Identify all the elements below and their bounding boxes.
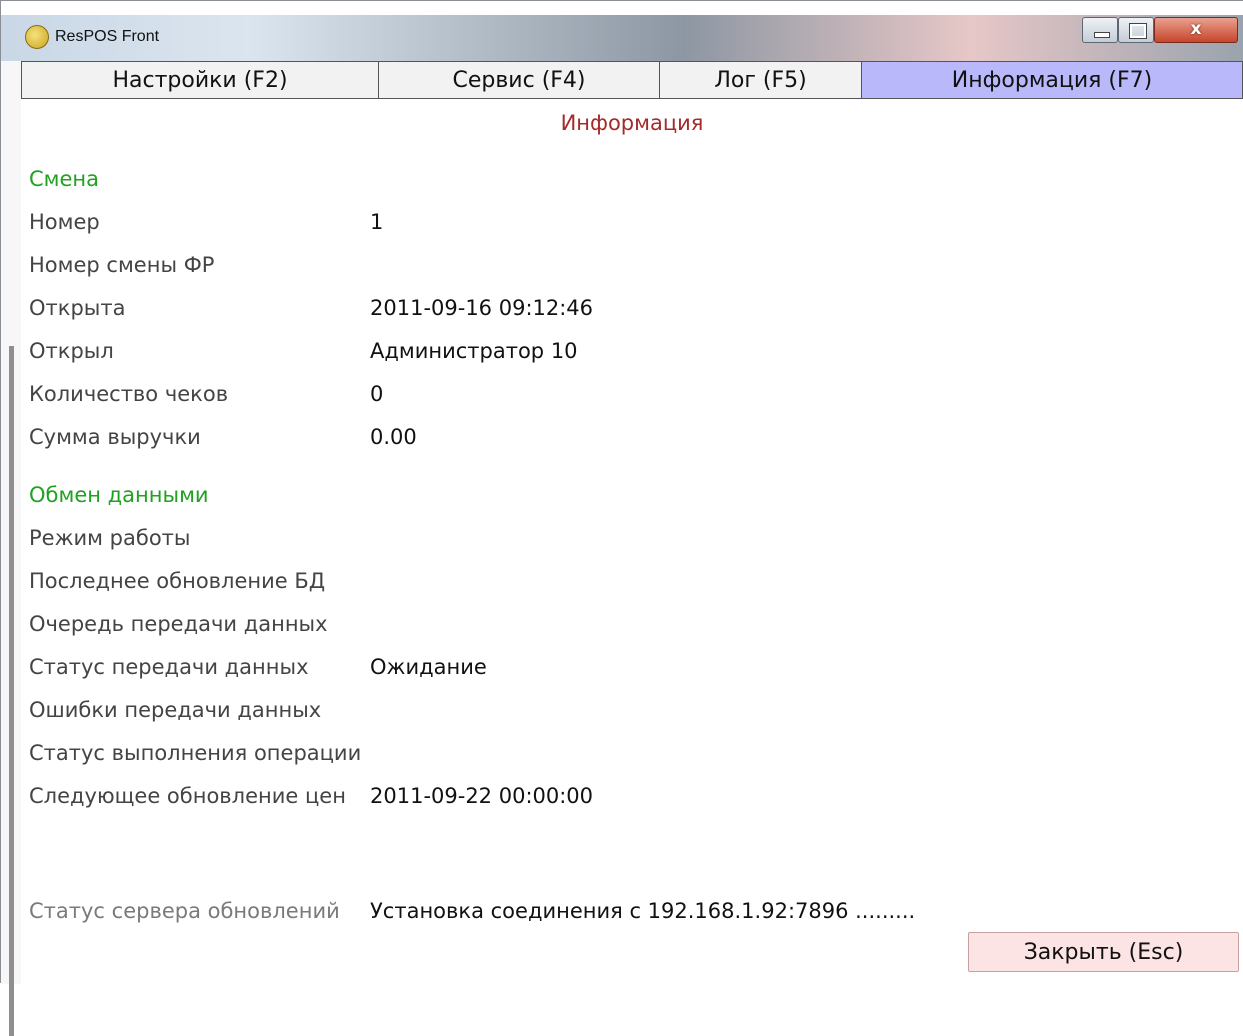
label-work-mode: Режим работы xyxy=(29,526,191,550)
section-exchange-heading: Обмен данными xyxy=(29,483,209,507)
tab-info[interactable]: Информация (F7) xyxy=(861,61,1243,99)
label-fr-shift-number: Номер смены ФР xyxy=(29,253,215,277)
left-gutter xyxy=(1,61,22,1036)
value-shift-number: 1 xyxy=(370,210,384,234)
app-icon xyxy=(25,25,49,49)
label-transfer-queue: Очередь передачи данных xyxy=(29,612,328,636)
value-revenue-sum: 0.00 xyxy=(370,425,417,449)
label-update-server-status: Статус сервера обновлений xyxy=(29,899,340,923)
maximize-icon xyxy=(1129,23,1147,39)
window-title: ResPOS Front xyxy=(55,28,160,45)
label-last-db-update: Последнее обновление БД xyxy=(29,569,326,593)
label-opened: Открыта xyxy=(29,296,126,320)
minimize-icon xyxy=(1094,32,1110,38)
maximize-button[interactable] xyxy=(1118,17,1154,43)
section-shift-heading: Смена xyxy=(29,167,100,191)
tab-settings[interactable]: Настройки (F2) xyxy=(21,61,378,99)
label-transfer-errors: Ошибки передачи данных xyxy=(29,698,322,722)
tab-bar: Настройки (F2) Сервис (F4) Лог (F5) Инфо… xyxy=(21,61,1243,99)
label-revenue-sum: Сумма выручки xyxy=(29,425,201,449)
label-shift-number: Номер xyxy=(29,210,100,234)
panel-title: Информация xyxy=(560,111,704,135)
respos-window: ResPOS Front x Настройки (F2) Сервис (F4… xyxy=(0,0,1243,1036)
label-opened-by: Открыл xyxy=(29,339,114,363)
close-button[interactable]: Закрыть (Esc) xyxy=(968,932,1239,972)
minimize-button[interactable] xyxy=(1082,17,1118,43)
info-panel: Информация Смена Номер 1 Номер смены ФР … xyxy=(21,99,1243,984)
scrollbar[interactable] xyxy=(9,346,14,1036)
value-opened-by: Администратор 10 xyxy=(370,339,578,363)
tab-log[interactable]: Лог (F5) xyxy=(659,61,861,99)
value-opened: 2011-09-16 09:12:46 xyxy=(370,296,594,320)
value-update-server-status: Установка соединения с 192.168.1.92:7896… xyxy=(370,899,916,923)
label-operation-status: Статус выполнения операции xyxy=(29,741,362,765)
label-next-price-update: Следующее обновление цен xyxy=(29,784,346,808)
close-icon: x xyxy=(1190,19,1202,39)
label-transfer-status: Статус передачи данных xyxy=(29,655,309,679)
label-receipt-count: Количество чеков xyxy=(29,382,229,406)
close-window-button[interactable]: x xyxy=(1154,17,1238,43)
value-transfer-status: Ожидание xyxy=(370,655,487,679)
value-receipt-count: 0 xyxy=(370,382,384,406)
tab-service[interactable]: Сервис (F4) xyxy=(378,61,659,99)
title-bar[interactable]: ResPOS Front x xyxy=(1,1,1243,61)
value-next-price-update: 2011-09-22 00:00:00 xyxy=(370,784,594,808)
